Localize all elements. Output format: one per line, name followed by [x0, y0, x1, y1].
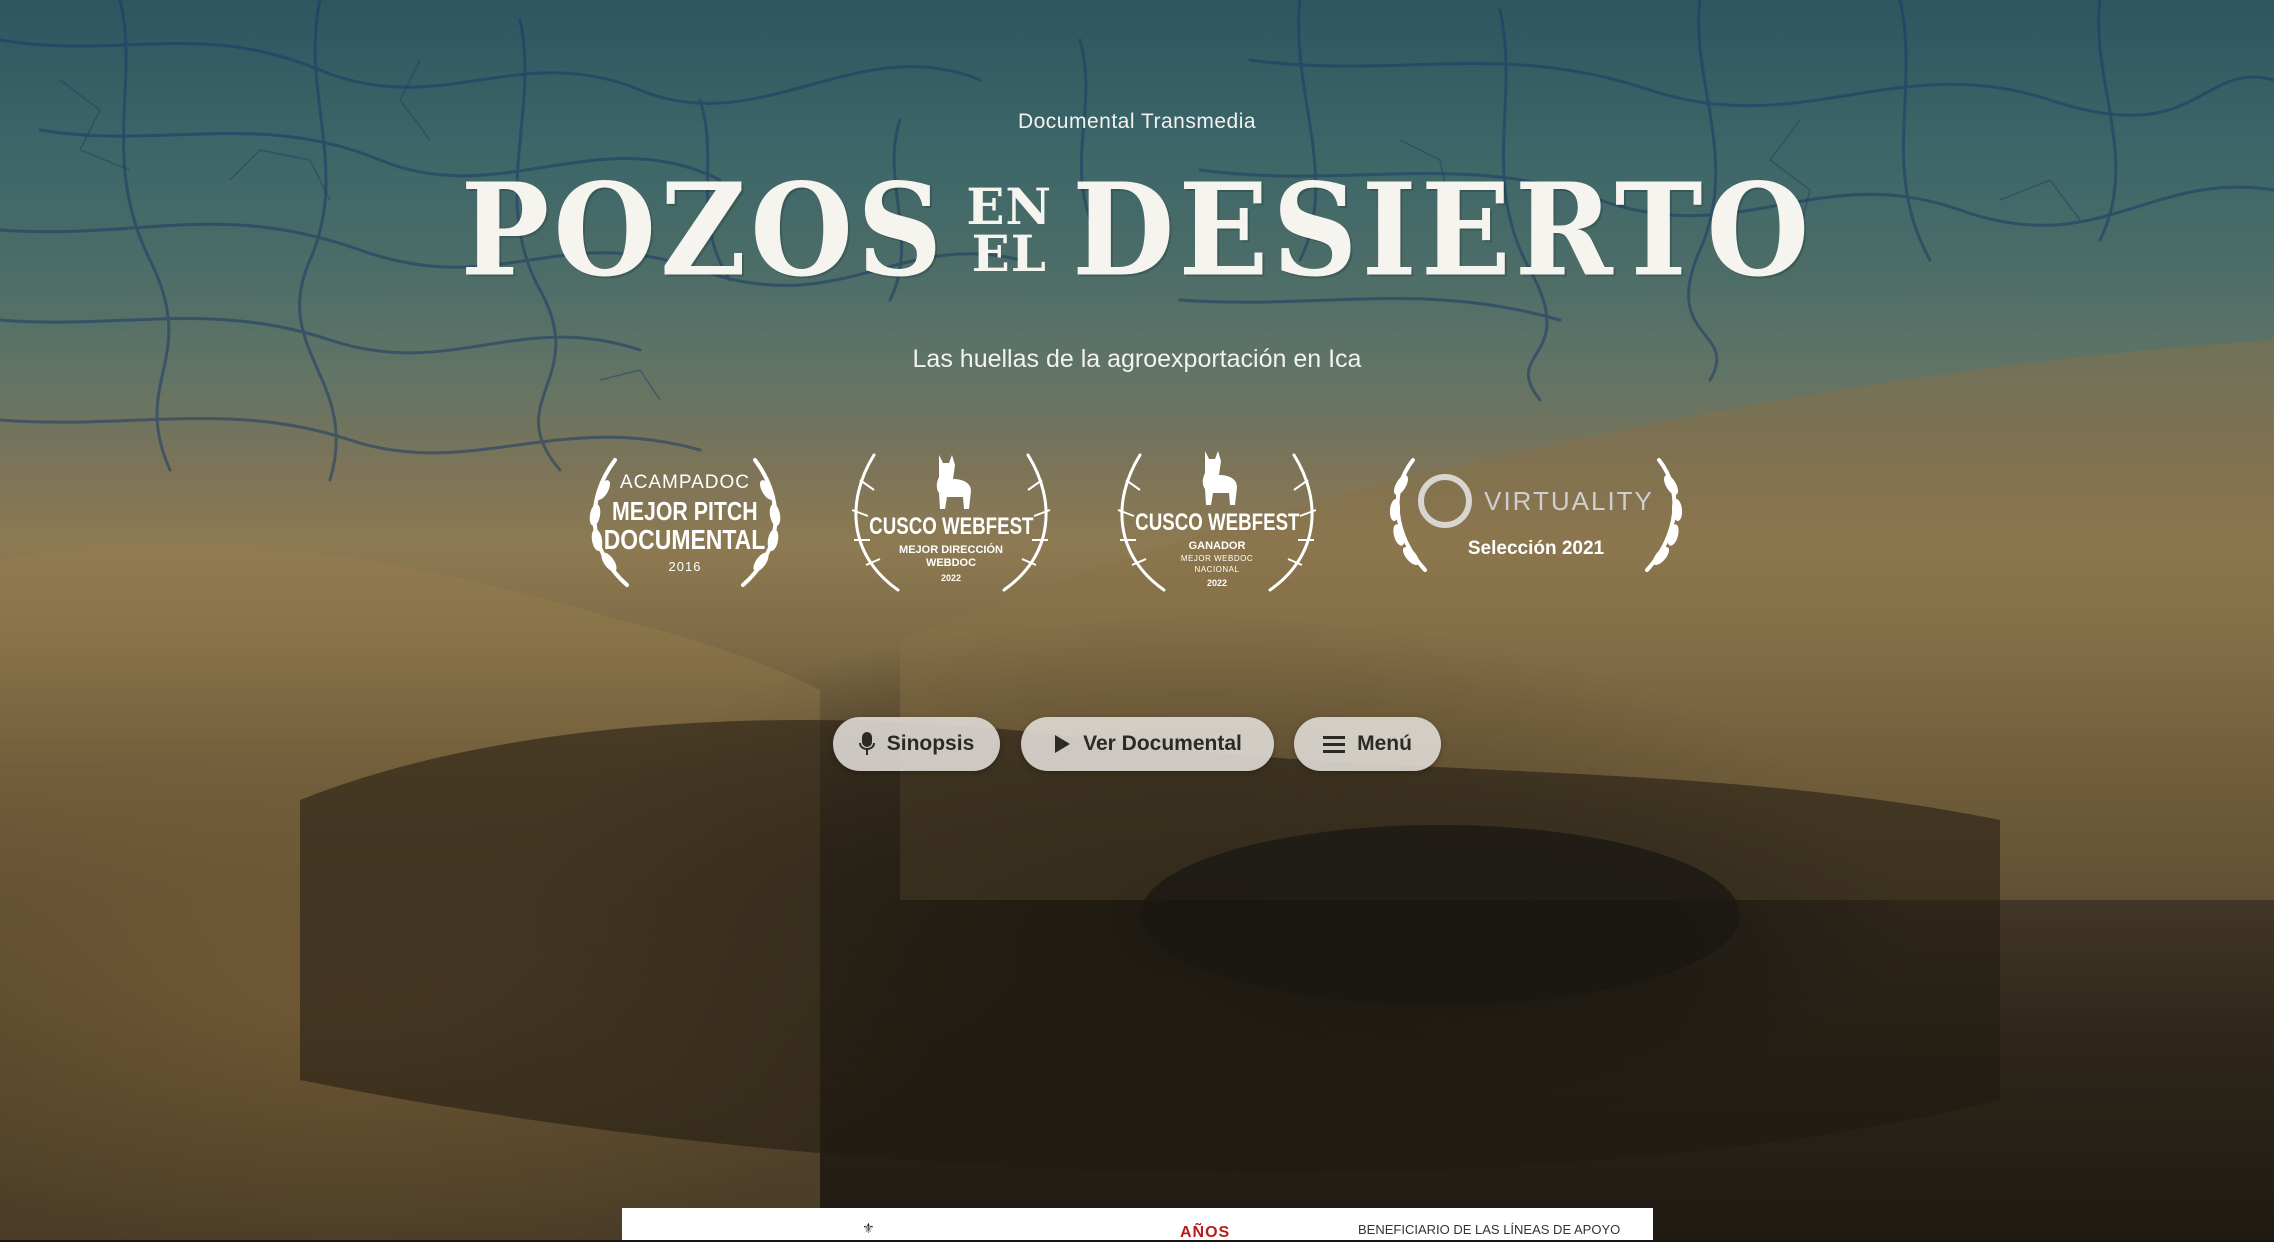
- award-label-category-3: NACIONAL: [1194, 564, 1240, 574]
- ver-documental-label: Ver Documental: [1083, 732, 1242, 755]
- award-label-year: 2022: [940, 573, 962, 583]
- award-cusco-webfest-ganador: CUSCO WEBFEST GANADOR MEJOR WEBDOC NACIO…: [1104, 440, 1330, 600]
- sinopsis-button[interactable]: Sinopsis: [833, 717, 1000, 771]
- award-label-festival: VIRTUALITY: [1484, 485, 1654, 516]
- eyebrow-label: Documental Transmedia: [1017, 110, 1257, 133]
- award-label-category: MEJOR PITCH: [612, 496, 758, 526]
- virtuality-ring-icon: [1418, 474, 1473, 528]
- sponsor-anos-label: AÑOS: [1180, 1224, 1231, 1241]
- virtuality-brand: VIRTUALITY: [1418, 474, 1654, 528]
- award-virtuality: VIRTUALITY Selección 2021: [1383, 440, 1689, 600]
- awards-row: ACAMPADOC MEJOR PITCH DOCUMENTAL 2016 CU…: [0, 440, 2274, 600]
- award-label-category-2: MEJOR WEBDOC: [1180, 553, 1254, 563]
- award-label-year: 2022: [1206, 577, 1228, 588]
- page-subtitle: Las huellas de la agroexportación en Ica: [912, 345, 1362, 373]
- cta-button-row: Sinopsis Ver Documental Menú: [0, 717, 2274, 771]
- sponsor-text: BENEFICIARIO DE LAS LÍNEAS DE APOYO: [1358, 1222, 1621, 1237]
- sponsor-bar: ⚜ AÑOS BENEFICIARIO DE LAS LÍNEAS DE APO…: [622, 1208, 1653, 1241]
- llama-icon: [936, 455, 971, 509]
- title-word-desierto: DESIERTO: [1072, 154, 1814, 305]
- award-label-year: 2016: [668, 559, 702, 574]
- title-small-stack: EN EL: [966, 176, 1053, 283]
- hamburger-icon: [1323, 734, 1346, 754]
- award-acampadoc: ACAMPADOC MEJOR PITCH DOCUMENTAL 2016: [575, 440, 795, 600]
- menu-button[interactable]: Menú: [1294, 717, 1441, 771]
- menu-label: Menú: [1357, 732, 1412, 755]
- award-label-category: GANADOR: [1188, 539, 1246, 552]
- sinopsis-label: Sinopsis: [886, 732, 975, 755]
- title-word-pozos: POZOS: [460, 154, 947, 305]
- award-label-category-2: DOCUMENTAL: [604, 524, 766, 555]
- award-label-category: MEJOR DIRECCIÓN: [899, 544, 1003, 556]
- microphone-icon: [858, 731, 875, 757]
- title-word-en: EN: [966, 176, 1053, 236]
- page-title: POZOS EN EL DESIERTO: [0, 160, 2274, 300]
- award-label-selection: Selección 2021: [1467, 538, 1605, 559]
- play-icon: [1053, 734, 1071, 754]
- ver-documental-button[interactable]: Ver Documental: [1021, 717, 1274, 771]
- award-cusco-webfest-direccion: CUSCO WEBFEST MEJOR DIRECCIÓN WEBDOC 202…: [838, 440, 1064, 600]
- award-label-category-2: WEBDOC: [925, 557, 977, 569]
- award-label-festival: ACAMPADOC: [619, 472, 751, 493]
- llama-icon: [1202, 450, 1237, 505]
- title-word-el: EL: [971, 224, 1047, 283]
- award-label-festival: CUSCO WEBFEST: [1134, 508, 1300, 536]
- ministry-logo-icon: ⚜: [862, 1220, 875, 1236]
- award-label-festival: CUSCO WEBFEST: [868, 513, 1034, 540]
